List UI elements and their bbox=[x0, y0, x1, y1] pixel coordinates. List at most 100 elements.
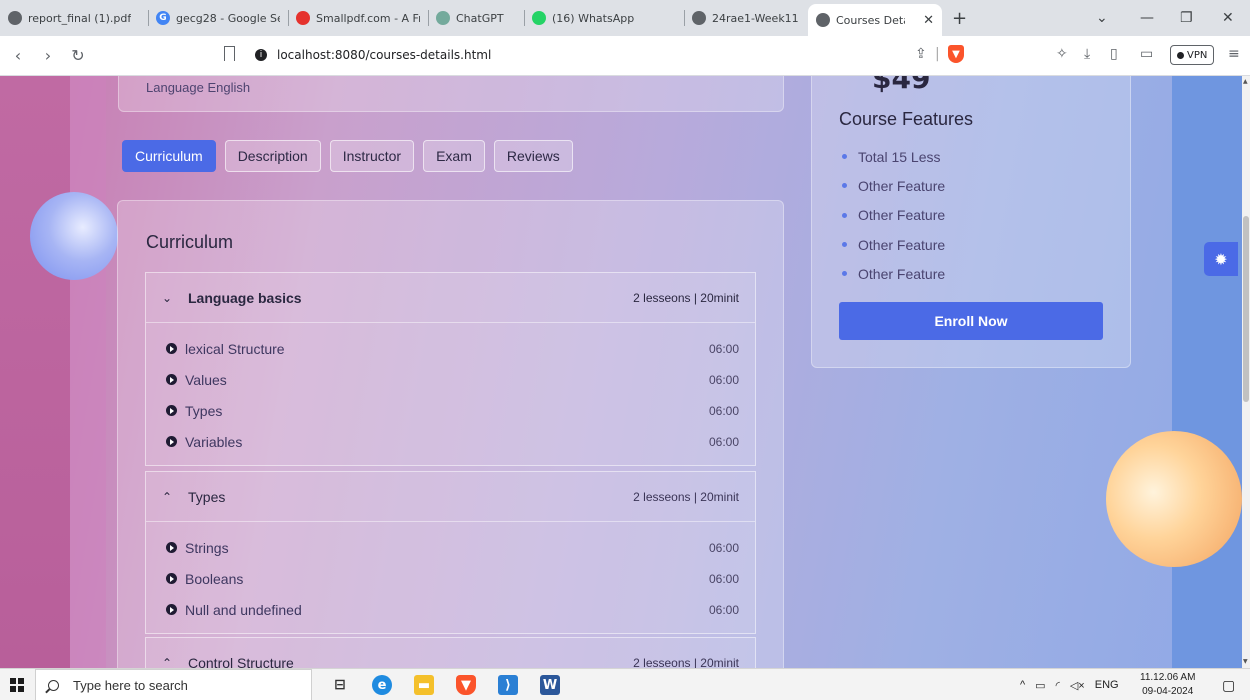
vpn-button[interactable]: VPN bbox=[1170, 45, 1215, 65]
lesson-item[interactable]: Booleans 06:00 bbox=[166, 563, 739, 594]
extensions-icon[interactable]: ✧ bbox=[1056, 46, 1068, 62]
tab-curriculum[interactable]: Curriculum bbox=[122, 140, 216, 172]
lesson-item[interactable]: Types 06:00 bbox=[166, 395, 739, 426]
tab-instructor[interactable]: Instructor bbox=[329, 140, 415, 172]
decor-band-left-inner bbox=[70, 76, 106, 668]
divider: | bbox=[935, 46, 940, 62]
reload-icon[interactable]: ↻ bbox=[66, 46, 90, 65]
chevron-up-icon: ⌃ bbox=[162, 655, 173, 669]
tab-description[interactable]: Description bbox=[224, 140, 321, 172]
taskbar-clock[interactable]: 11.12.06 AM 09-04-2024 bbox=[1140, 671, 1195, 699]
brave-icon[interactable]: ▼ bbox=[456, 675, 476, 695]
section-header[interactable]: ⌄ Language basics 2 lesseons | 20minit bbox=[146, 273, 755, 323]
section-meta: 2 lesseons | 20minit bbox=[633, 489, 739, 504]
url-field[interactable]: i localhost:8080/courses-details.html bbox=[255, 48, 491, 62]
section-meta: 2 lesseons | 20minit bbox=[633, 290, 739, 305]
lesson-name: Booleans bbox=[185, 570, 244, 587]
taskbar-search-box[interactable]: Type here to search bbox=[35, 669, 312, 700]
lesson-item[interactable]: Variables 06:00 bbox=[166, 426, 739, 457]
bookmark-icon[interactable] bbox=[224, 46, 235, 61]
course-features-list: Total 15 Less Other Feature Other Feature O… bbox=[842, 142, 945, 288]
forward-icon[interactable]: › bbox=[36, 46, 60, 65]
play-circle-icon bbox=[166, 374, 177, 385]
wallet-icon[interactable]: ▭ bbox=[1140, 46, 1153, 62]
restore-button[interactable]: ❐ bbox=[1180, 0, 1193, 36]
lesson-item[interactable]: lexical Structure 06:00 bbox=[166, 333, 739, 364]
wifi-icon[interactable]: ◜ bbox=[1056, 679, 1060, 692]
section-header[interactable]: ⌃ Control Structure 2 lesseons | 20minit bbox=[146, 638, 755, 669]
browser-tab[interactable]: (16) WhatsApp bbox=[524, 0, 684, 36]
word-icon[interactable]: W bbox=[540, 675, 560, 695]
download-icon[interactable]: ⤓ bbox=[1084, 46, 1090, 62]
tab-favicon-icon bbox=[296, 11, 310, 25]
volume-icon[interactable]: ◁× bbox=[1070, 679, 1085, 692]
chevron-down-icon: ⌄ bbox=[162, 290, 173, 305]
tab-title: Courses Details bbox=[836, 13, 905, 27]
feature-item: Total 15 Less bbox=[842, 142, 945, 171]
taskbar-search-placeholder: Type here to search bbox=[73, 677, 188, 693]
search-icon bbox=[48, 679, 59, 691]
curriculum-title: Curriculum bbox=[146, 232, 234, 252]
vscode-icon[interactable]: ⟩ bbox=[498, 675, 518, 695]
bullet-icon bbox=[842, 154, 847, 160]
lesson-item[interactable]: Null and undefined 06:00 bbox=[166, 594, 739, 625]
section-name: Types bbox=[188, 488, 226, 505]
lesson-name: Strings bbox=[185, 539, 229, 556]
lesson-item[interactable]: Strings 06:00 bbox=[166, 532, 739, 563]
back-icon[interactable]: ‹ bbox=[6, 46, 30, 65]
close-window-button[interactable]: ✕ bbox=[1222, 0, 1234, 36]
page-scrollbar[interactable]: ▲ ▼ bbox=[1242, 76, 1250, 668]
share-icon[interactable]: ⇪ bbox=[915, 46, 927, 62]
feature-item: Other Feature bbox=[842, 171, 945, 200]
browser-tab[interactable]: Ggecg28 - Google Sea bbox=[148, 0, 288, 36]
brave-shield-icon[interactable]: ▼ bbox=[948, 45, 964, 63]
scroll-up-icon[interactable]: ▲ bbox=[1243, 78, 1248, 85]
file-explorer-icon[interactable]: ▬ bbox=[414, 675, 434, 695]
chevron-up-icon[interactable]: ^ bbox=[1020, 679, 1025, 691]
tab-exam[interactable]: Exam bbox=[423, 140, 485, 172]
new-tab-button[interactable]: + bbox=[952, 8, 967, 29]
tab-title: 24rae1-Week11 Repo bbox=[712, 11, 800, 25]
tab-favicon-icon: G bbox=[156, 11, 170, 25]
enroll-now-button[interactable]: Enroll Now bbox=[839, 302, 1103, 340]
windows-start-icon[interactable] bbox=[10, 678, 24, 692]
lesson-item[interactable]: Values 06:00 bbox=[166, 364, 739, 395]
browser-tab[interactable]: 24rae1-Week11 Repo bbox=[684, 0, 808, 36]
tab-search-icon[interactable]: ⌄ bbox=[1096, 0, 1108, 36]
play-circle-icon bbox=[166, 604, 177, 615]
lesson-name: Types bbox=[185, 402, 223, 419]
edge-icon[interactable]: e bbox=[372, 675, 392, 695]
tab-title: ChatGPT bbox=[456, 11, 504, 25]
minimize-button[interactable]: — bbox=[1140, 0, 1154, 36]
language-indicator[interactable]: ENG bbox=[1095, 679, 1119, 691]
bullet-icon bbox=[842, 242, 847, 248]
browser-tab[interactable]: Smallpdf.com - A Fre bbox=[288, 0, 428, 36]
tab-reviews[interactable]: Reviews bbox=[493, 140, 573, 172]
browser-tab[interactable]: Courses Details ✕ bbox=[808, 4, 942, 36]
section-header[interactable]: ⌃ Types 2 lesseons | 20minit bbox=[146, 472, 755, 522]
clock-date: 09-04-2024 bbox=[1142, 686, 1194, 697]
browser-tab[interactable]: ChatGPT bbox=[428, 0, 524, 36]
feature-text: Other Feature bbox=[858, 177, 946, 194]
scroll-down-icon[interactable]: ▼ bbox=[1243, 658, 1248, 665]
site-info-icon[interactable]: i bbox=[255, 49, 267, 61]
menu-icon[interactable]: ≡ bbox=[1228, 46, 1240, 62]
feature-text: Other Feature bbox=[858, 265, 946, 282]
sidebar-icon[interactable]: ▯ bbox=[1110, 46, 1118, 62]
windows-taskbar: Type here to search ⊟ e ▬ ▼ ⟩ W ^ ▭ ◜ ◁×… bbox=[0, 668, 1250, 700]
lesson-duration: 06:00 bbox=[708, 372, 739, 387]
clock-time: 11.12.06 AM bbox=[1140, 672, 1196, 683]
browser-tab[interactable]: report_final (1).pdf bbox=[0, 0, 148, 36]
scrollbar-thumb[interactable] bbox=[1243, 216, 1249, 402]
battery-icon[interactable]: ▭ bbox=[1035, 679, 1045, 692]
browser-tab-strip: report_final (1).pdf Ggecg28 - Google Sea… bbox=[0, 0, 1250, 36]
notifications-icon[interactable]: ▢ bbox=[1222, 669, 1235, 700]
task-view-icon[interactable]: ⊟ bbox=[330, 675, 350, 695]
settings-gear-button[interactable]: ✹ bbox=[1204, 242, 1238, 276]
course-price: $49 bbox=[872, 76, 931, 95]
lesson-duration: 06:00 bbox=[708, 403, 739, 418]
close-tab-icon[interactable]: ✕ bbox=[923, 13, 934, 28]
curriculum-section: ⌃ Control Structure 2 lesseons | 20minit bbox=[145, 637, 756, 668]
section-name: Control Structure bbox=[188, 654, 294, 669]
tab-favicon-icon bbox=[692, 11, 706, 25]
